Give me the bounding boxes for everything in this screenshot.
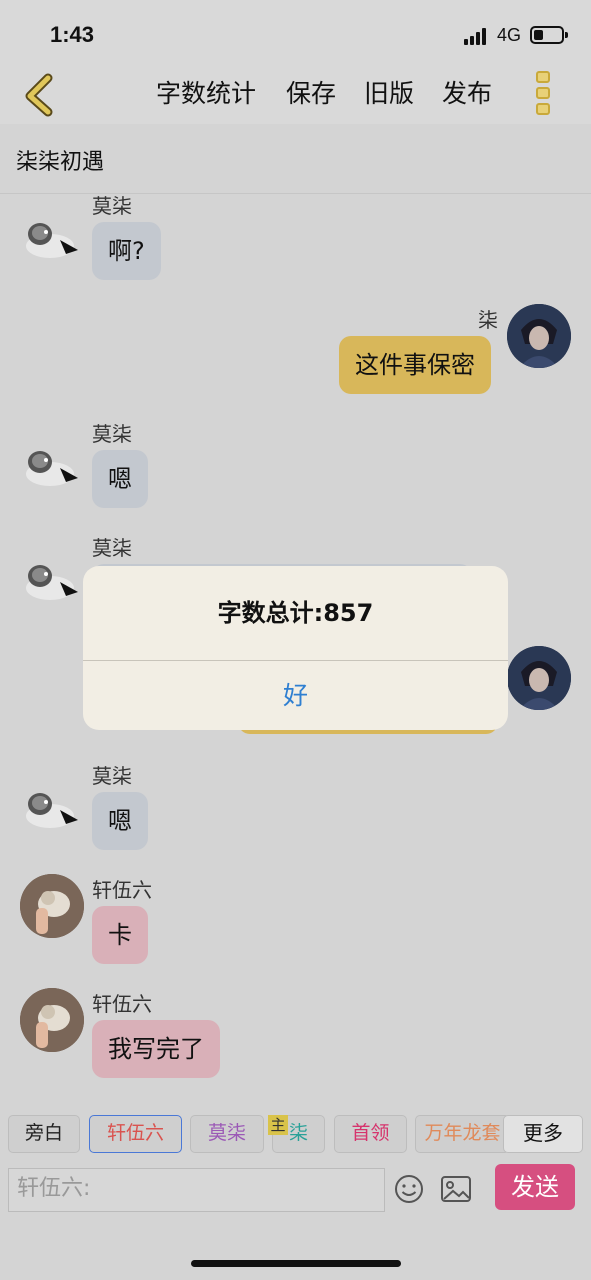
message-bubble[interactable]: 嗯 xyxy=(92,450,148,508)
avatar[interactable] xyxy=(20,776,84,840)
chat-title-bar: 柒柒初遇 xyxy=(0,124,591,194)
word-count-dialog: 字数总计:857 好 xyxy=(83,566,508,730)
send-button[interactable]: 发送 xyxy=(495,1164,575,1210)
battery-icon xyxy=(530,26,568,44)
avatar[interactable] xyxy=(20,206,84,270)
role-chip[interactable]: 万年龙套 xyxy=(415,1115,510,1153)
image-icon[interactable] xyxy=(440,1174,472,1204)
role-chip[interactable]: 莫柒 xyxy=(190,1115,264,1153)
message-bubble[interactable]: 啊? xyxy=(92,222,161,280)
more-vertical-icon[interactable] xyxy=(534,70,554,118)
publish-button[interactable]: 发布 xyxy=(442,74,492,110)
role-label: 旁白 xyxy=(24,1122,63,1144)
input-bar: 轩伍六: 发送 xyxy=(0,1164,591,1280)
avatar[interactable] xyxy=(507,304,571,368)
dialog-ok-button[interactable]: 好 xyxy=(83,661,508,730)
old-version-button[interactable]: 旧版 xyxy=(364,74,414,110)
message-input[interactable]: 轩伍六: xyxy=(8,1168,385,1212)
top-nav: 字数统计 保存 旧版 发布 xyxy=(0,64,591,124)
network-type: 4G xyxy=(497,25,522,45)
sender-name: 莫柒 xyxy=(92,536,132,560)
word-count-button[interactable]: 字数统计 xyxy=(156,74,256,110)
role-label: 首领 xyxy=(351,1122,390,1144)
main-role-tag: 主 xyxy=(268,1115,288,1135)
avatar[interactable] xyxy=(20,434,84,498)
sender-name: 柒 xyxy=(478,308,498,332)
chevron-left-icon[interactable] xyxy=(20,70,60,118)
signal-icon xyxy=(464,27,490,45)
avatar[interactable] xyxy=(20,548,84,612)
avatar[interactable] xyxy=(20,874,84,938)
sender-name: 莫柒 xyxy=(92,764,132,788)
role-selector: 旁白 轩伍六 莫柒 柒 主 首领 万年龙套 更多 xyxy=(0,1100,591,1164)
sender-name: 轩伍六 xyxy=(92,878,152,902)
sender-name: 莫柒 xyxy=(92,422,132,446)
status-time: 1:43 xyxy=(50,22,95,47)
save-button[interactable]: 保存 xyxy=(286,74,336,110)
role-label: 柒 xyxy=(288,1122,308,1144)
role-label: 万年龙套 xyxy=(424,1122,501,1144)
message-bubble[interactable]: 卡 xyxy=(92,906,148,964)
message-bubble[interactable]: 嗯 xyxy=(92,792,148,850)
role-chip[interactable]: 首领 xyxy=(334,1115,407,1153)
emoji-icon[interactable] xyxy=(393,1173,425,1205)
role-chip[interactable]: 轩伍六 xyxy=(89,1115,182,1153)
message-bubble[interactable]: 这件事保密 xyxy=(339,336,491,394)
more-roles-button[interactable]: 更多 xyxy=(503,1115,583,1153)
sender-name: 莫柒 xyxy=(92,194,132,218)
avatar[interactable] xyxy=(507,646,571,710)
sender-name: 轩伍六 xyxy=(92,992,152,1016)
role-chip[interactable]: 旁白 xyxy=(8,1115,80,1153)
role-label: 莫柒 xyxy=(207,1122,246,1144)
role-label: 轩伍六 xyxy=(106,1122,164,1144)
dialog-message: 字数总计:857 xyxy=(217,599,374,627)
status-bar: 1:43 4G xyxy=(0,0,591,64)
message-bubble[interactable]: 我写完了 xyxy=(92,1020,220,1078)
home-indicator xyxy=(191,1260,401,1267)
chat-title: 柒柒初遇 xyxy=(16,150,105,175)
avatar[interactable] xyxy=(20,988,84,1052)
